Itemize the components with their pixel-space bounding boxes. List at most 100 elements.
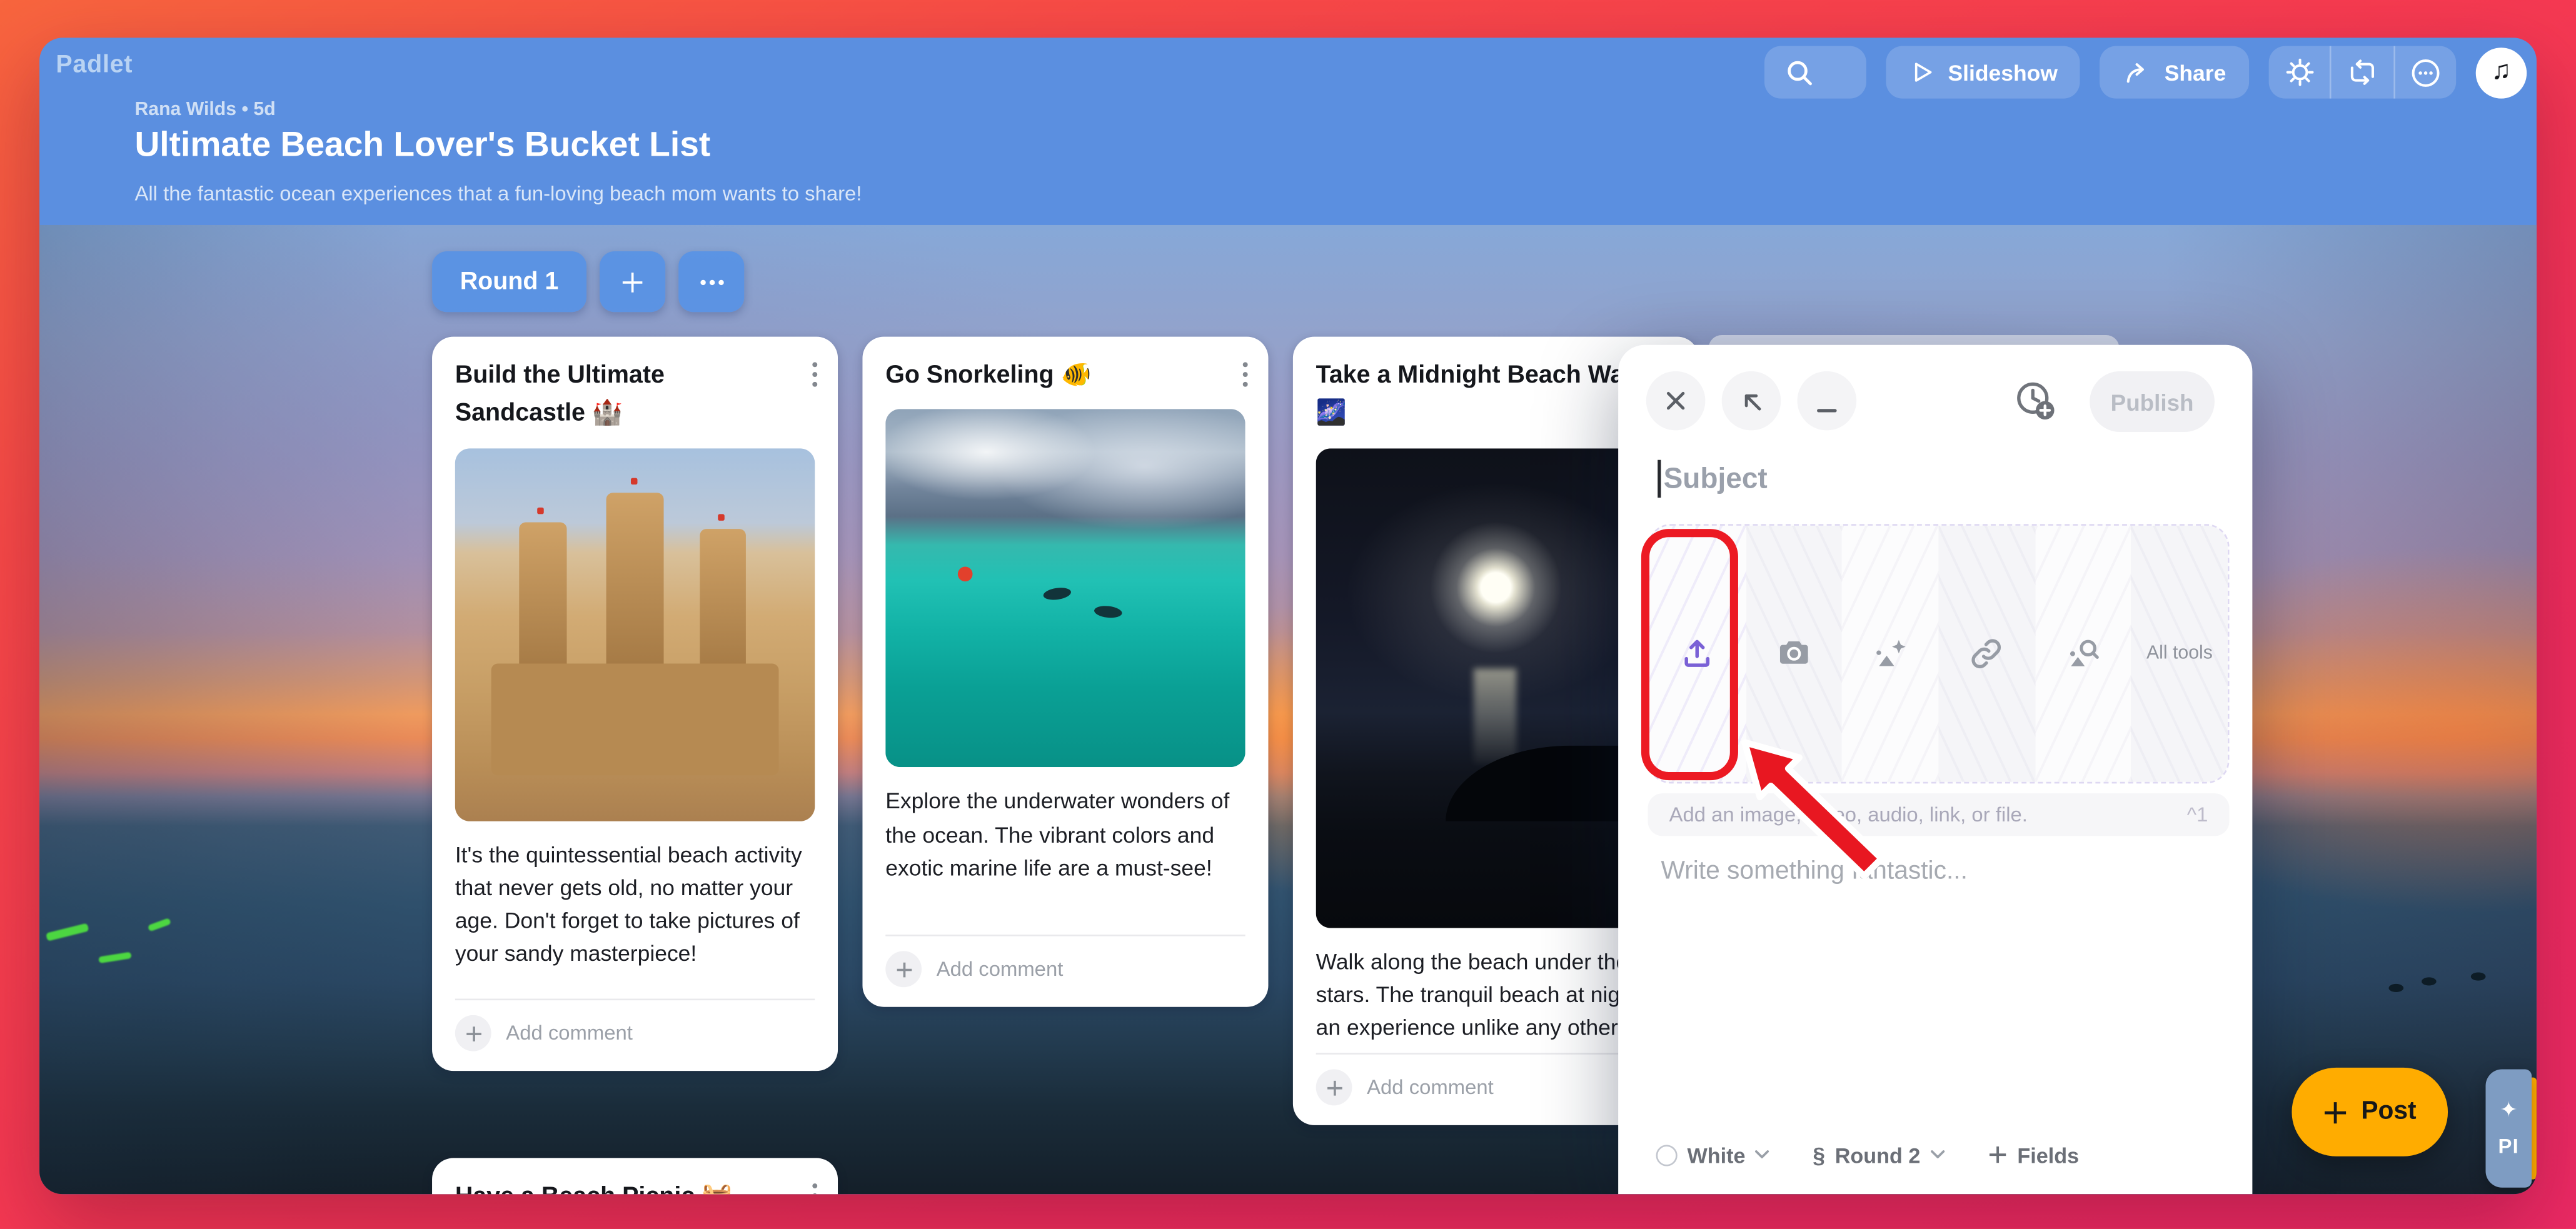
green-streak xyxy=(46,923,89,941)
plus-icon xyxy=(1988,1145,2008,1165)
green-streak xyxy=(148,918,171,931)
card-title: Have a Beach Picnic 🧺 xyxy=(455,1178,815,1194)
schedule-post-button[interactable] xyxy=(2013,378,2057,422)
clock-plus-icon xyxy=(2013,378,2057,422)
close-icon xyxy=(1664,389,1688,413)
add-comment-plus-icon xyxy=(455,1015,491,1051)
snorkeler-silhouette xyxy=(1043,586,1072,601)
padlet-app-window: Padlet Slideshow Share xyxy=(39,38,2537,1194)
card-menu-icon[interactable] xyxy=(812,361,818,388)
attachment-toolbar: All tools xyxy=(1648,524,2229,783)
link-icon xyxy=(1967,634,2006,673)
slideshow-button[interactable]: Slideshow xyxy=(1886,46,2081,99)
swimmer-silhouette xyxy=(2422,977,2437,985)
all-tools-label: All tools xyxy=(2146,641,2213,667)
card-menu-icon[interactable] xyxy=(1242,361,1249,388)
publish-button[interactable]: Publish xyxy=(2090,371,2215,432)
upload-icon xyxy=(1678,634,1718,673)
share-icon xyxy=(2123,58,2151,86)
card-menu-icon[interactable] xyxy=(812,1183,818,1194)
card-body-text: Explore the underwater wonders of the oc… xyxy=(885,786,1245,886)
minimize-button[interactable] xyxy=(1798,371,1857,431)
all-tools-button[interactable]: All tools xyxy=(2131,526,2228,782)
fields-button[interactable]: Fields xyxy=(1988,1142,2079,1166)
ai-image-tool-button[interactable] xyxy=(1842,526,1938,782)
subject-field[interactable]: Subject xyxy=(1658,460,1768,498)
attachment-hint-row[interactable]: Add an image, video, audio, link, or fil… xyxy=(1648,793,2229,836)
post-card-snorkeling[interactable]: Go Snorkeling 🐠 Explore the underwater w… xyxy=(862,337,1268,1007)
plus-icon xyxy=(620,269,646,295)
board-title: Ultimate Beach Lover's Bucket List xyxy=(134,126,710,166)
search-button[interactable] xyxy=(1764,46,1866,99)
swimmer-silhouette xyxy=(2471,973,2486,981)
chevron-down-icon xyxy=(1755,1150,1770,1160)
section-name-pill[interactable]: Round 1 xyxy=(432,251,586,312)
board-actions-group xyxy=(2269,46,2457,99)
moon-reflection xyxy=(1474,668,1517,763)
plus-icon xyxy=(2323,1100,2348,1124)
card-title: Build the Ultimate Sandcastle 🏰 xyxy=(455,356,815,433)
settings-button[interactable] xyxy=(2269,46,2330,99)
section-menu-button[interactable] xyxy=(678,251,744,312)
ai-label: PI xyxy=(2498,1135,2519,1158)
remake-loop-icon xyxy=(2348,58,2377,87)
post-card-picnic[interactable]: Have a Beach Picnic 🧺 xyxy=(432,1158,838,1194)
remake-button[interactable] xyxy=(2330,46,2393,99)
attachment-shortcut-badge: ^1 xyxy=(2187,803,2208,826)
post-button[interactable]: Post xyxy=(2292,1068,2448,1156)
ellipsis-icon xyxy=(699,278,723,285)
subject-placeholder: Subject xyxy=(1664,461,1768,496)
add-comment-plus-icon xyxy=(1316,1070,1352,1106)
close-button[interactable] xyxy=(1646,371,1706,431)
section-selector[interactable]: § Round 2 xyxy=(1813,1142,1945,1166)
post-body-field[interactable]: Write something fantastic... xyxy=(1661,858,1967,887)
add-comment-label: Add comment xyxy=(937,958,1064,981)
avatar-music-glyph: ♫ xyxy=(2492,58,2512,87)
board-byline: Rana Wilds • 5d xyxy=(134,100,275,120)
add-comment-label: Add comment xyxy=(1367,1076,1494,1099)
swimmer-silhouette xyxy=(2388,984,2403,992)
padlet-logo[interactable]: Padlet xyxy=(56,51,133,79)
card-body-text: It's the quintessential beach activity t… xyxy=(455,838,815,971)
slideshow-label: Slideshow xyxy=(1948,60,2057,84)
sandcastle-photo[interactable] xyxy=(455,448,815,820)
board-subtitle: All the fantastic ocean experiences that… xyxy=(134,183,862,206)
card-title: Go Snorkeling 🐠 xyxy=(885,356,1245,394)
search-icon xyxy=(1785,58,1813,86)
ellipsis-circle-icon xyxy=(2410,57,2441,88)
snorkeler-silhouette xyxy=(1094,605,1122,620)
sparkle-icon: ✦ xyxy=(2500,1099,2518,1120)
padlet-ai-button[interactable]: ✦ PI xyxy=(2485,1070,2532,1188)
color-selector[interactable]: White xyxy=(1656,1142,1770,1166)
add-comment-row[interactable]: Add comment xyxy=(455,999,815,1051)
sandcastle-flag xyxy=(538,507,545,514)
section-add-button[interactable] xyxy=(600,251,665,312)
post-card-sandcastle[interactable]: Build the Ultimate Sandcastle 🏰 It's the… xyxy=(432,337,838,1071)
image-search-tool-button[interactable] xyxy=(2035,526,2131,782)
share-label: Share xyxy=(2165,60,2226,84)
pop-out-button[interactable] xyxy=(1722,371,1781,431)
user-avatar[interactable]: ♫ xyxy=(2476,47,2527,98)
camera-icon xyxy=(1774,634,1814,673)
more-options-button[interactable] xyxy=(2393,46,2456,99)
green-streak xyxy=(98,952,132,964)
link-tool-button[interactable] xyxy=(1939,526,2035,782)
sandcastle-flag xyxy=(631,478,638,484)
upload-tool-button[interactable] xyxy=(1649,526,1746,782)
play-icon xyxy=(1908,59,1935,86)
add-comment-label: Add comment xyxy=(506,1021,633,1045)
snorkeling-photo[interactable] xyxy=(885,409,1245,768)
section-label: Round 2 xyxy=(1835,1142,1921,1166)
person-search-icon xyxy=(2063,634,2103,673)
color-label: White xyxy=(1687,1142,1745,1166)
camera-tool-button[interactable] xyxy=(1746,526,1842,782)
fields-label: Fields xyxy=(2017,1142,2079,1166)
white-color-swatch xyxy=(1656,1144,1678,1165)
gradient-frame: Padlet Slideshow Share xyxy=(0,0,2576,1228)
add-comment-plus-icon xyxy=(885,951,922,987)
arrow-up-left-icon xyxy=(1739,388,1763,413)
add-comment-row[interactable]: Add comment xyxy=(885,935,1245,987)
sandcastle-flag xyxy=(718,514,725,521)
share-button[interactable]: Share xyxy=(2100,46,2249,99)
attachment-hint: Add an image, video, audio, link, or fil… xyxy=(1669,803,2028,826)
